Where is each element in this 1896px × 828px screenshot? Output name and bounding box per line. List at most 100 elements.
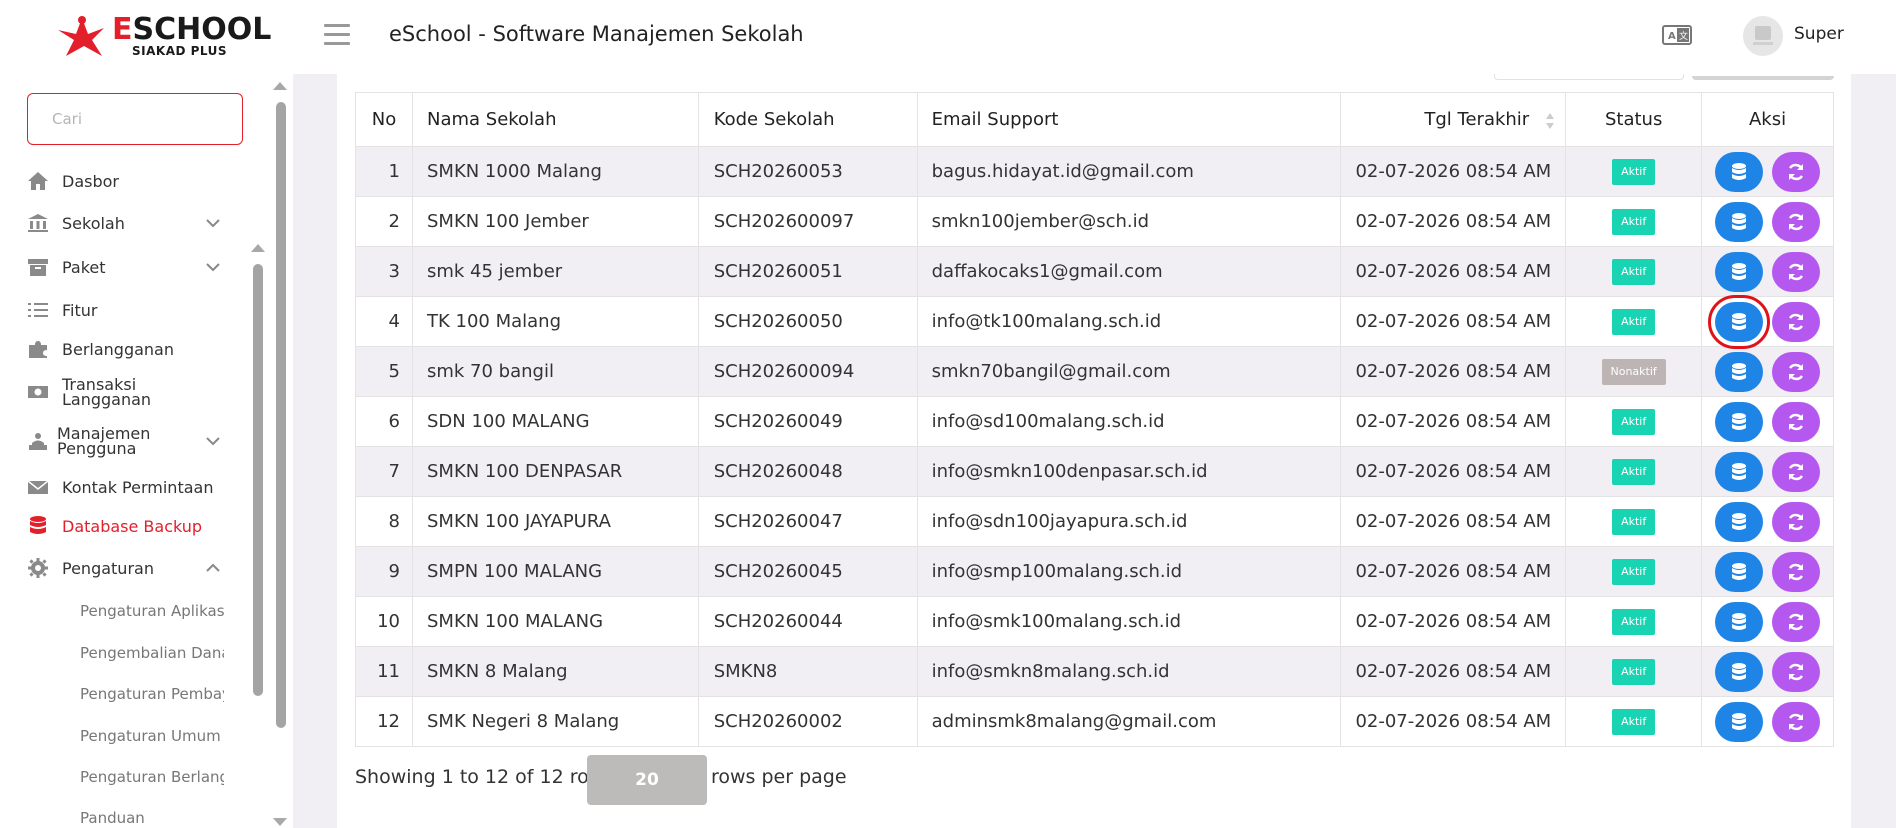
sync-button[interactable]: [1772, 701, 1821, 742]
cell-nama-sekolah: SMKN 100 Jember: [411, 196, 699, 247]
cell-email-support: daffakocaks1@gmail.com: [916, 246, 1342, 297]
page-scrollbar-thumb[interactable]: [276, 102, 286, 728]
cell-status: Aktif: [1565, 596, 1703, 647]
backup-database-button[interactable]: [1715, 701, 1764, 742]
backup-database-button[interactable]: [1715, 551, 1764, 592]
status-badge: Aktif: [1612, 258, 1656, 285]
sidebar-search-input[interactable]: [27, 93, 243, 145]
col-header-nama-sekolah[interactable]: Nama Sekolah: [411, 92, 699, 147]
sidebar-subitem-pengaturan-aplikasi[interactable]: Pengaturan Aplikasi: [80, 598, 224, 624]
cell-kode-sekolah: SCH20260047: [697, 496, 918, 547]
sync-icon: [1786, 462, 1806, 482]
col-header-no[interactable]: No: [355, 92, 413, 147]
sync-icon: [1786, 512, 1806, 532]
backup-database-button[interactable]: [1708, 294, 1771, 349]
sync-button[interactable]: [1772, 401, 1821, 442]
table-header-row: No Nama Sekolah Kode Sekolah Email Suppo…: [355, 92, 1834, 147]
sync-button[interactable]: [1772, 351, 1821, 392]
col-header-status[interactable]: Status: [1565, 92, 1703, 147]
backup-database-button[interactable]: [1715, 401, 1764, 442]
sync-button[interactable]: [1772, 601, 1821, 642]
backup-database-button[interactable]: [1715, 351, 1764, 392]
table-row: 3 smk 45 jember SCH20260051 daffakocaks1@gm…: [355, 246, 1834, 297]
backup-database-button[interactable]: [1715, 251, 1764, 292]
sidebar-item-manajemen-pengguna[interactable]: Manajemen Pengguna: [27, 424, 227, 458]
sidebar-item-paket[interactable]: Paket: [27, 250, 227, 284]
sync-button[interactable]: [1772, 201, 1821, 242]
sidebar-subitem-panduan[interactable]: Panduan: [80, 805, 224, 828]
cell-no: 7: [355, 446, 413, 497]
backup-database-button[interactable]: [1715, 501, 1764, 542]
col-header-kode-sekolah[interactable]: Kode Sekolah: [697, 92, 918, 147]
cell-tgl-terakhir: 02-07-2026 08:54 AM: [1340, 146, 1567, 197]
page-scroll-up-arrow[interactable]: [273, 82, 287, 90]
status-badge: Aktif: [1612, 158, 1656, 185]
eschool-logo[interactable]: ESCHOOL SIAKAD PLUS: [52, 10, 271, 62]
page-scroll-down-arrow[interactable]: [273, 818, 287, 826]
cell-tgl-terakhir: 02-07-2026 08:54 AM: [1340, 296, 1567, 347]
cell-status: Aktif: [1565, 646, 1703, 697]
cell-status: Aktif: [1565, 546, 1703, 597]
sidebar-subitem-pengembalian-dana[interactable]: Pengembalian Dana: [80, 640, 224, 666]
sync-icon: [1786, 212, 1806, 232]
menu-toggle-icon[interactable]: [324, 24, 350, 46]
sync-button[interactable]: [1772, 451, 1821, 492]
sort-icon[interactable]: [1545, 112, 1555, 130]
database-icon: [1730, 512, 1748, 532]
sync-button[interactable]: [1772, 251, 1821, 292]
cell-email-support: adminsmk8malang@gmail.com: [916, 696, 1342, 747]
cell-nama-sekolah: SDN 100 MALANG: [411, 396, 699, 447]
sidebar-item-database-backup[interactable]: Database Backup: [27, 509, 227, 543]
sidebar-scroll-up-arrow[interactable]: [251, 244, 265, 252]
sidebar-item-label: Fitur: [62, 300, 98, 320]
cell-tgl-terakhir: 02-07-2026 08:54 AM: [1340, 496, 1567, 547]
table-search-input-edge[interactable]: [1494, 74, 1684, 80]
cell-email-support: info@sd100malang.sch.id: [916, 396, 1342, 447]
sidebar-item-dasbor[interactable]: Dasbor: [27, 164, 227, 198]
status-badge: Aktif: [1612, 608, 1656, 635]
sidebar-subitem-pengaturan-umum[interactable]: Pengaturan Umum: [80, 723, 224, 749]
table-row: 10 SMKN 100 MALANG SCH20260044 info@smk100m…: [355, 596, 1834, 647]
sidebar-item-fitur[interactable]: Fitur: [27, 293, 227, 327]
language-icon[interactable]: A 文: [1662, 24, 1692, 46]
sidebar-scrollbar-thumb[interactable]: [253, 264, 263, 696]
logo-initial: E: [112, 12, 133, 47]
sidebar-subitem-pengaturan-pembayaran[interactable]: Pengaturan Pembayaran: [80, 681, 224, 707]
backup-database-button[interactable]: [1715, 651, 1764, 692]
sync-button[interactable]: [1772, 301, 1821, 342]
backup-database-button[interactable]: [1715, 201, 1764, 242]
sidebar-item-sekolah[interactable]: Sekolah: [27, 206, 227, 240]
cell-kode-sekolah: SCH20260002: [697, 696, 918, 747]
sync-button[interactable]: [1772, 151, 1821, 192]
toolbar-button-edge[interactable]: [1692, 76, 1834, 80]
cell-kode-sekolah: SCH20260045: [697, 546, 918, 597]
sidebar-item-transaksi-langganan[interactable]: Transaksi Langganan: [27, 375, 227, 409]
list-icon: [27, 299, 49, 321]
user-avatar[interactable]: [1743, 16, 1783, 56]
cell-no: 12: [355, 696, 413, 747]
chevron-down-icon: [206, 437, 220, 446]
sidebar-item-pengaturan[interactable]: Pengaturan: [27, 551, 227, 585]
col-header-email-support[interactable]: Email Support: [916, 92, 1342, 147]
user-name[interactable]: Super: [1794, 24, 1844, 44]
cell-tgl-terakhir: 02-07-2026 08:54 AM: [1340, 246, 1567, 297]
sync-button[interactable]: [1772, 551, 1821, 592]
sidebar-item-berlangganan[interactable]: Berlangganan: [27, 332, 227, 366]
cell-kode-sekolah: SMKN8: [697, 646, 918, 697]
page-size-select[interactable]: 20: [587, 755, 707, 805]
sync-button[interactable]: [1772, 651, 1821, 692]
cell-status: Aktif: [1565, 146, 1703, 197]
backup-database-button[interactable]: [1715, 451, 1764, 492]
cell-kode-sekolah: SCH20260053: [697, 146, 918, 197]
sidebar-item-label: Paket: [62, 257, 106, 277]
backup-database-button[interactable]: [1715, 151, 1764, 192]
sync-button[interactable]: [1772, 501, 1821, 542]
sidebar-subitem-pengaturan-berlangganan[interactable]: Pengaturan Berlangganan: [80, 764, 224, 790]
sidebar-item-kontak-permintaan[interactable]: Kontak Permintaan: [27, 470, 227, 504]
col-header-tgl-terakhir[interactable]: Tgl Terakhir: [1340, 92, 1567, 147]
cell-no: 5: [355, 346, 413, 397]
sidebar-item-label-line2: Pengguna: [57, 439, 137, 458]
sync-icon: [1786, 312, 1806, 332]
cell-kode-sekolah: SCH20260051: [697, 246, 918, 297]
backup-database-button[interactable]: [1715, 601, 1764, 642]
